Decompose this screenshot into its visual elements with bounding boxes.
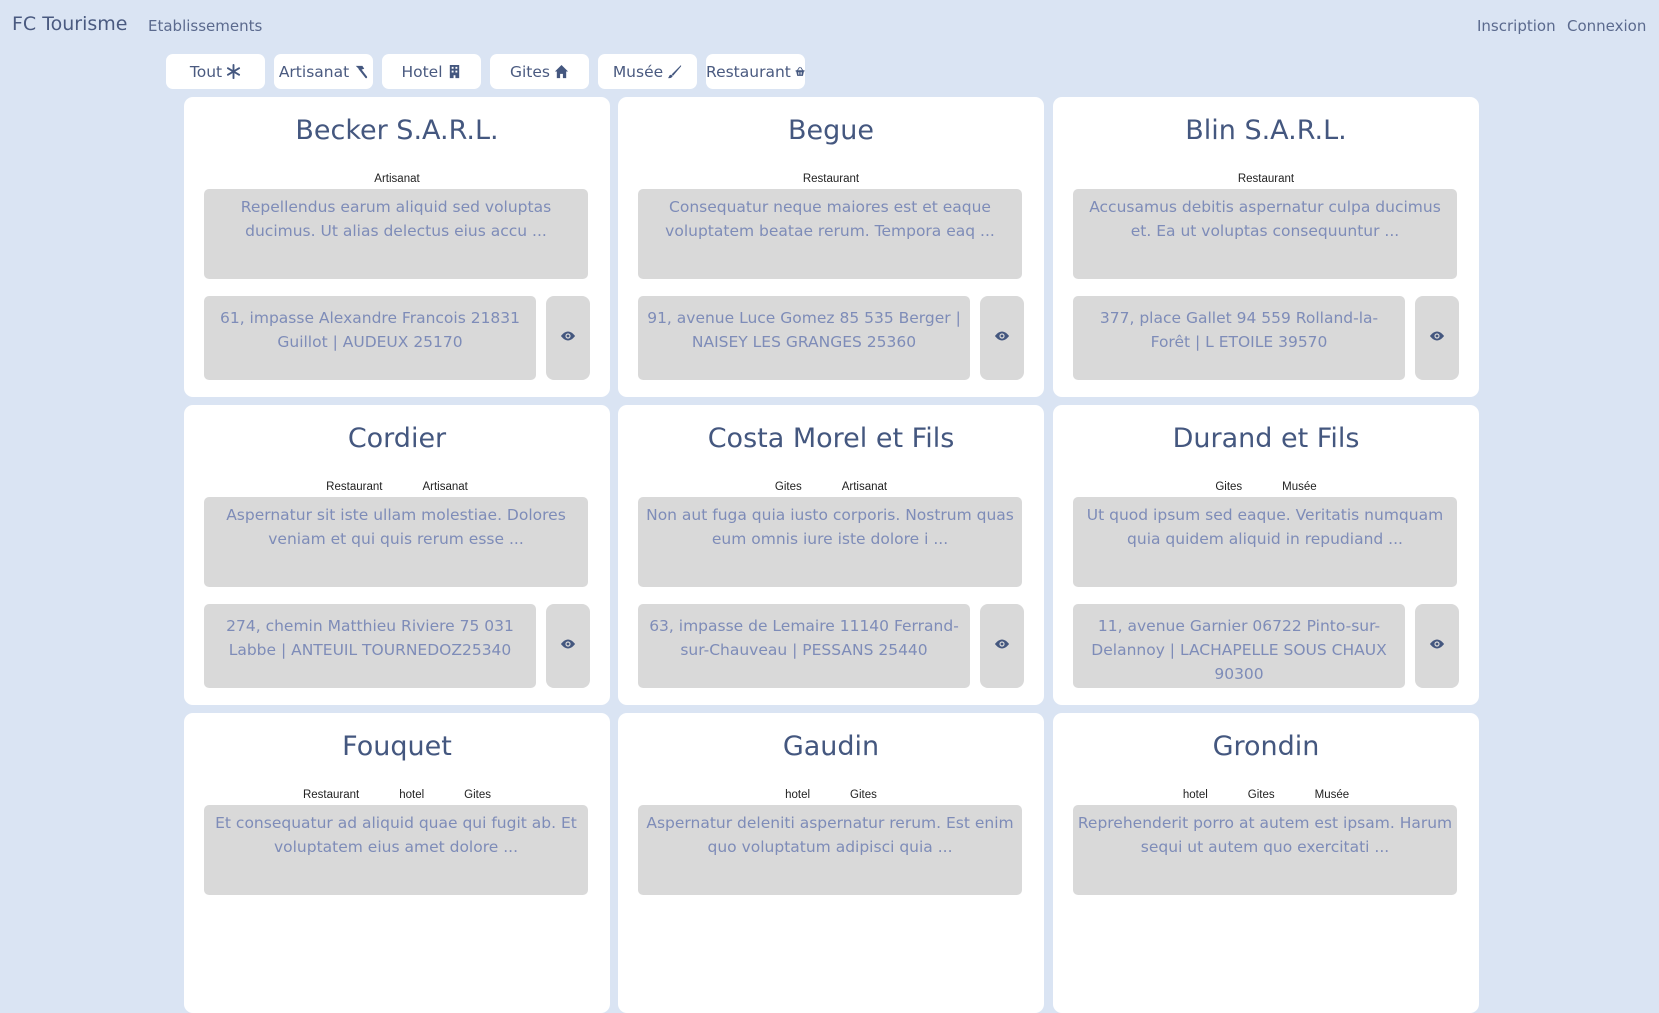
card-description: Repellendus earum aliquid sed voluptas d… bbox=[204, 189, 588, 279]
filter-label: Tout bbox=[189, 62, 223, 81]
card-description: Consequatur neque maiores est et eaque v… bbox=[638, 189, 1022, 279]
card-title: Durand et Fils bbox=[1172, 423, 1360, 454]
filter-gites-button[interactable]: Gites bbox=[490, 54, 589, 89]
category-tags: hotel Gites Musée bbox=[1053, 789, 1479, 801]
filter-hotel-button[interactable]: Hotel bbox=[382, 54, 481, 89]
category-tag: Restaurant bbox=[802, 173, 860, 185]
category-tag: Gites bbox=[850, 789, 877, 801]
building-icon bbox=[449, 64, 459, 79]
category-tag: Gites bbox=[774, 481, 802, 493]
card-title: Gaudin bbox=[782, 731, 880, 762]
filter-artisanat-button[interactable]: Artisanat bbox=[274, 54, 373, 89]
brush-icon bbox=[668, 64, 682, 79]
establishment-card: Grondin hotel Gites Musée Reprehenderit porr… bbox=[1053, 713, 1479, 1013]
eye-icon bbox=[560, 636, 576, 656]
nav-etablissements[interactable]: Etablissements bbox=[148, 17, 262, 35]
card-title: Blin S.A.R.L. bbox=[1185, 115, 1347, 146]
card-description: Aspernatur deleniti aspernatur rerum. Es… bbox=[638, 805, 1022, 895]
establishment-card: Blin S.A.R.L. Restaurant Accusamus debitis… bbox=[1053, 97, 1479, 397]
category-tag: Gites bbox=[464, 789, 492, 801]
view-button[interactable] bbox=[1415, 604, 1459, 688]
category-tag: hotel bbox=[399, 789, 425, 801]
category-tag: Artisanat bbox=[422, 481, 468, 493]
category-tag: Musée bbox=[1282, 481, 1317, 493]
brand-link[interactable]: FC Tourisme bbox=[12, 13, 127, 35]
card-address: 63, impasse de Lemaire 11140 Ferrand-sur… bbox=[638, 604, 970, 688]
asterisk-icon bbox=[227, 64, 241, 79]
establishment-card: Costa Morel et Fils Gites Artisanat Non aut… bbox=[618, 405, 1044, 705]
navbar: FC Tourisme Etablissements Inscription C… bbox=[0, 0, 1659, 50]
view-button[interactable] bbox=[980, 296, 1024, 380]
view-button[interactable] bbox=[1415, 296, 1459, 380]
filter-tout-button[interactable]: Tout bbox=[166, 54, 265, 89]
category-tag: Restaurant bbox=[302, 789, 360, 801]
card-title: Fouquet bbox=[342, 731, 452, 762]
card-title: Begue bbox=[788, 115, 874, 146]
card-address: 377, place Gallet 94 559 Rolland-la-Forê… bbox=[1073, 296, 1405, 380]
filter-label: Musée bbox=[612, 62, 664, 81]
filter-label: Hotel bbox=[401, 62, 443, 81]
establishment-card: Fouquet Restaurant hotel Gites Et consequatu… bbox=[184, 713, 610, 1013]
card-description: Aspernatur sit iste ullam molestiae. Dol… bbox=[204, 497, 588, 587]
establishment-card: Durand et Fils Gites Musée Ut quod ipsum se… bbox=[1053, 405, 1479, 705]
category-tags: hotel Gites bbox=[618, 789, 1044, 801]
category-tags: Restaurant hotel Gites bbox=[184, 789, 610, 801]
card-description: Et consequatur ad aliquid quae qui fugit… bbox=[204, 805, 588, 895]
category-tag: Musée bbox=[1314, 789, 1350, 801]
category-tag: Gites bbox=[1215, 481, 1243, 493]
filter-restaurant-button[interactable]: Restaurant bbox=[706, 54, 805, 89]
nav-inscription[interactable]: Inscription bbox=[1477, 17, 1556, 35]
eye-icon bbox=[994, 636, 1010, 656]
house-icon bbox=[554, 64, 569, 79]
card-title: Costa Morel et Fils bbox=[707, 423, 955, 454]
hammer-icon bbox=[355, 65, 368, 79]
category-tags: Artisanat bbox=[184, 173, 610, 185]
card-address: 11, avenue Garnier 06722 Pinto-sur-Delan… bbox=[1073, 604, 1405, 688]
card-title: Cordier bbox=[347, 423, 447, 454]
card-description: Reprehenderit porro at autem est ipsam. … bbox=[1073, 805, 1457, 895]
eye-icon bbox=[1429, 328, 1445, 348]
category-tag: hotel bbox=[1182, 789, 1208, 801]
category-tags: Restaurant bbox=[1053, 173, 1479, 185]
eye-icon bbox=[994, 328, 1010, 348]
card-description: Accusamus debitis aspernatur culpa ducim… bbox=[1073, 189, 1457, 279]
filter-label: Artisanat bbox=[278, 62, 350, 81]
category-tag: Artisanat bbox=[841, 481, 888, 493]
category-tags: Gites Musée bbox=[1053, 481, 1479, 493]
card-description: Non aut fuga quia iusto corporis. Nostru… bbox=[638, 497, 1022, 587]
establishment-card: Becker S.A.R.L. Artisanat Repellendus earu… bbox=[184, 97, 610, 397]
card-address: 274, chemin Matthieu Riviere 75 031 Labb… bbox=[204, 604, 536, 688]
view-button[interactable] bbox=[980, 604, 1024, 688]
establishment-card: Cordier Restaurant Artisanat Aspernatur sit… bbox=[184, 405, 610, 705]
category-tags: Restaurant bbox=[618, 173, 1044, 185]
view-button[interactable] bbox=[546, 604, 590, 688]
card-address: 91, avenue Luce Gomez 85 535 Berger | NA… bbox=[638, 296, 970, 380]
eye-icon bbox=[560, 328, 576, 348]
category-tag: Gites bbox=[1247, 789, 1275, 801]
category-tags: Restaurant Artisanat bbox=[184, 481, 610, 493]
card-title: Grondin bbox=[1212, 731, 1320, 762]
category-tag: hotel bbox=[785, 789, 811, 801]
category-tag: Restaurant bbox=[1237, 173, 1295, 185]
category-tags: Gites Artisanat bbox=[618, 481, 1044, 493]
category-tag: Restaurant bbox=[326, 481, 383, 493]
card-description: Ut quod ipsum sed eaque. Veritatis numqu… bbox=[1073, 497, 1457, 587]
nav-connexion[interactable]: Connexion bbox=[1567, 17, 1646, 35]
card-address: 61, impasse Alexandre Francois 21831 Gui… bbox=[204, 296, 536, 380]
basket-icon bbox=[795, 66, 805, 76]
eye-icon bbox=[1429, 636, 1445, 656]
card-title: Becker S.A.R.L. bbox=[295, 115, 499, 146]
filter-musee-button[interactable]: Musée bbox=[598, 54, 697, 89]
category-tag: Artisanat bbox=[374, 173, 420, 185]
view-button[interactable] bbox=[546, 296, 590, 380]
filter-label: Restaurant bbox=[706, 62, 791, 81]
filter-label: Gites bbox=[509, 62, 550, 81]
establishment-card: Begue Restaurant Consequatur neque maiores… bbox=[618, 97, 1044, 397]
establishment-card: Gaudin hotel Gites Aspernatur deleniti aspe… bbox=[618, 713, 1044, 1013]
